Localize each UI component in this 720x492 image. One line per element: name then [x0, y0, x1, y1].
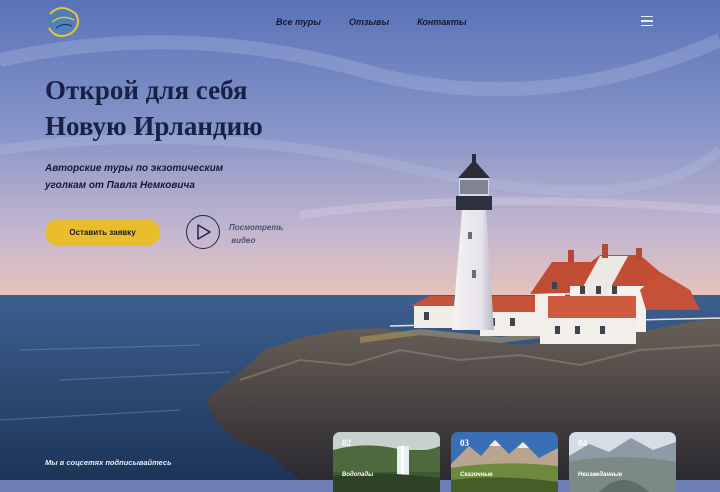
page-title: Открой для себя Новую Ирландию: [45, 72, 345, 144]
card-label: Сказочные: [460, 472, 493, 478]
logo-icon[interactable]: [44, 4, 82, 38]
main-nav: Все туры Отзывы Контакты: [276, 17, 467, 27]
video-label-line-2: видео: [231, 236, 256, 245]
watch-video-link[interactable]: Посмотреть видео: [229, 221, 289, 247]
nav-item-all-tours[interactable]: Все туры: [276, 17, 321, 27]
play-icon: [197, 224, 211, 240]
tour-card-unexplored[interactable]: 04 Неизведанные: [569, 432, 676, 492]
hero-subtitle: Авторские туры по экзотическим уголкам о…: [45, 160, 265, 194]
submit-request-button[interactable]: Оставить заявку: [45, 219, 160, 246]
menu-line: [641, 24, 653, 27]
tour-card-waterfalls[interactable]: 02 Водопады: [333, 432, 440, 492]
title-line-1: Открой для себя: [45, 75, 248, 105]
subtitle-line-1: Авторские туры по экзотическим: [45, 163, 224, 174]
play-video-button[interactable]: [186, 215, 220, 249]
card-number: 03: [460, 438, 469, 448]
tour-card-fairytale[interactable]: 03 Сказочные: [451, 432, 558, 492]
card-number: 04: [578, 438, 587, 448]
subtitle-line-2: уголкам от Павла Немковича: [45, 180, 195, 191]
card-label: Неизведанные: [578, 472, 623, 478]
menu-line: [641, 20, 653, 22]
menu-icon[interactable]: [641, 16, 653, 27]
nav-item-contacts[interactable]: Контакты: [417, 17, 466, 27]
video-label-line-1: Посмотреть: [229, 223, 284, 232]
card-number: 02: [342, 438, 351, 448]
menu-line: [641, 16, 653, 18]
social-text: Мы в соцсетях подписывайтесь: [45, 458, 172, 467]
title-line-2: Новую Ирландию: [45, 111, 263, 141]
nav-item-reviews[interactable]: Отзывы: [349, 17, 389, 27]
card-label: Водопады: [342, 472, 374, 478]
